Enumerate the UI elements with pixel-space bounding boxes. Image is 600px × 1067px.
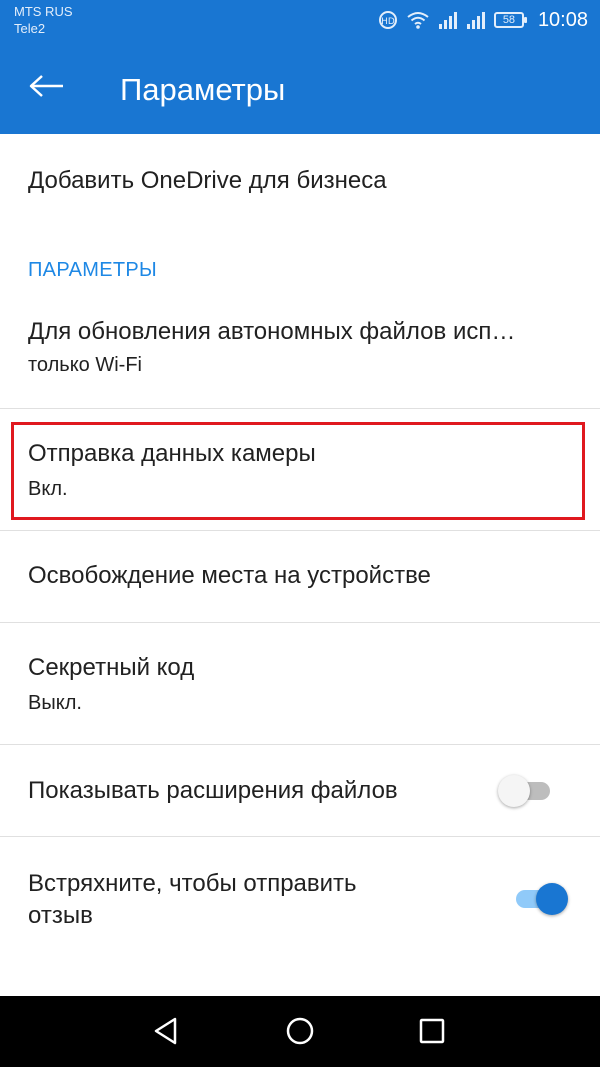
shake-feedback-label-line2: отзыв	[28, 902, 93, 929]
free-up-space-item[interactable]: Освобождение места на устройстве	[0, 531, 600, 622]
svg-text:HD: HD	[381, 17, 395, 27]
hd-call-icon: HD	[378, 10, 398, 30]
wifi-icon	[406, 10, 430, 30]
arrow-left-icon	[29, 74, 65, 103]
shake-feedback-toggle[interactable]	[512, 881, 568, 917]
free-up-space-label: Освобождение места на устройстве	[28, 562, 431, 589]
settings-list: Добавить OneDrive для бизнеса ПАРАМЕТРЫ …	[0, 134, 600, 996]
battery-icon: 58	[493, 12, 527, 28]
carrier-2-label: Tele2	[14, 21, 46, 36]
add-onedrive-business-label: Добавить OneDrive для бизнеса	[28, 167, 387, 194]
nav-recents-button[interactable]	[412, 1013, 452, 1053]
show-file-extensions-toggle[interactable]	[498, 773, 554, 809]
circle-home-icon	[285, 1016, 315, 1051]
shake-feedback-item[interactable]: Встряхните, чтобы отправить отзыв	[0, 837, 600, 996]
app-bar: MTS RUS Tele2 HD 58 10:08 Параметры	[0, 0, 600, 134]
highlight-frame	[11, 422, 585, 520]
clock-label: 10:08	[537, 8, 588, 31]
passcode-item[interactable]: Секретный код Выкл.	[0, 623, 600, 744]
passcode-label: Секретный код	[28, 654, 195, 681]
show-file-extensions-item[interactable]: Показывать расширения файлов	[0, 745, 600, 836]
back-button[interactable]	[22, 66, 72, 110]
offline-files-update-label: Для обновления автономных файлов исп…	[28, 318, 516, 345]
section-header-parameters: ПАРАМЕТРЫ	[28, 259, 158, 281]
nav-home-button[interactable]	[280, 1013, 320, 1053]
signal-2-icon	[466, 11, 486, 29]
page-title: Параметры	[120, 72, 286, 107]
system-navigation-bar	[0, 996, 600, 1067]
carrier-1-label: MTS RUS	[14, 4, 73, 19]
offline-files-update-value: только Wi-Fi	[28, 354, 143, 376]
toggle-thumb	[536, 883, 568, 915]
toggle-thumb	[498, 775, 530, 807]
status-bar: MTS RUS Tele2 HD 58 10:08	[0, 0, 600, 40]
triangle-back-icon	[152, 1016, 180, 1051]
nav-back-button[interactable]	[146, 1013, 186, 1053]
passcode-value: Выкл.	[28, 692, 82, 714]
shake-feedback-label-line1: Встряхните, чтобы отправить	[28, 870, 357, 897]
show-file-extensions-label: Показывать расширения файлов	[28, 777, 398, 804]
square-recents-icon	[418, 1017, 446, 1050]
signal-1-icon	[438, 11, 458, 29]
offline-files-update-item[interactable]: Для обновления автономных файлов исп… то…	[0, 302, 600, 408]
add-onedrive-business-item[interactable]: Добавить OneDrive для бизнеса	[0, 134, 600, 230]
